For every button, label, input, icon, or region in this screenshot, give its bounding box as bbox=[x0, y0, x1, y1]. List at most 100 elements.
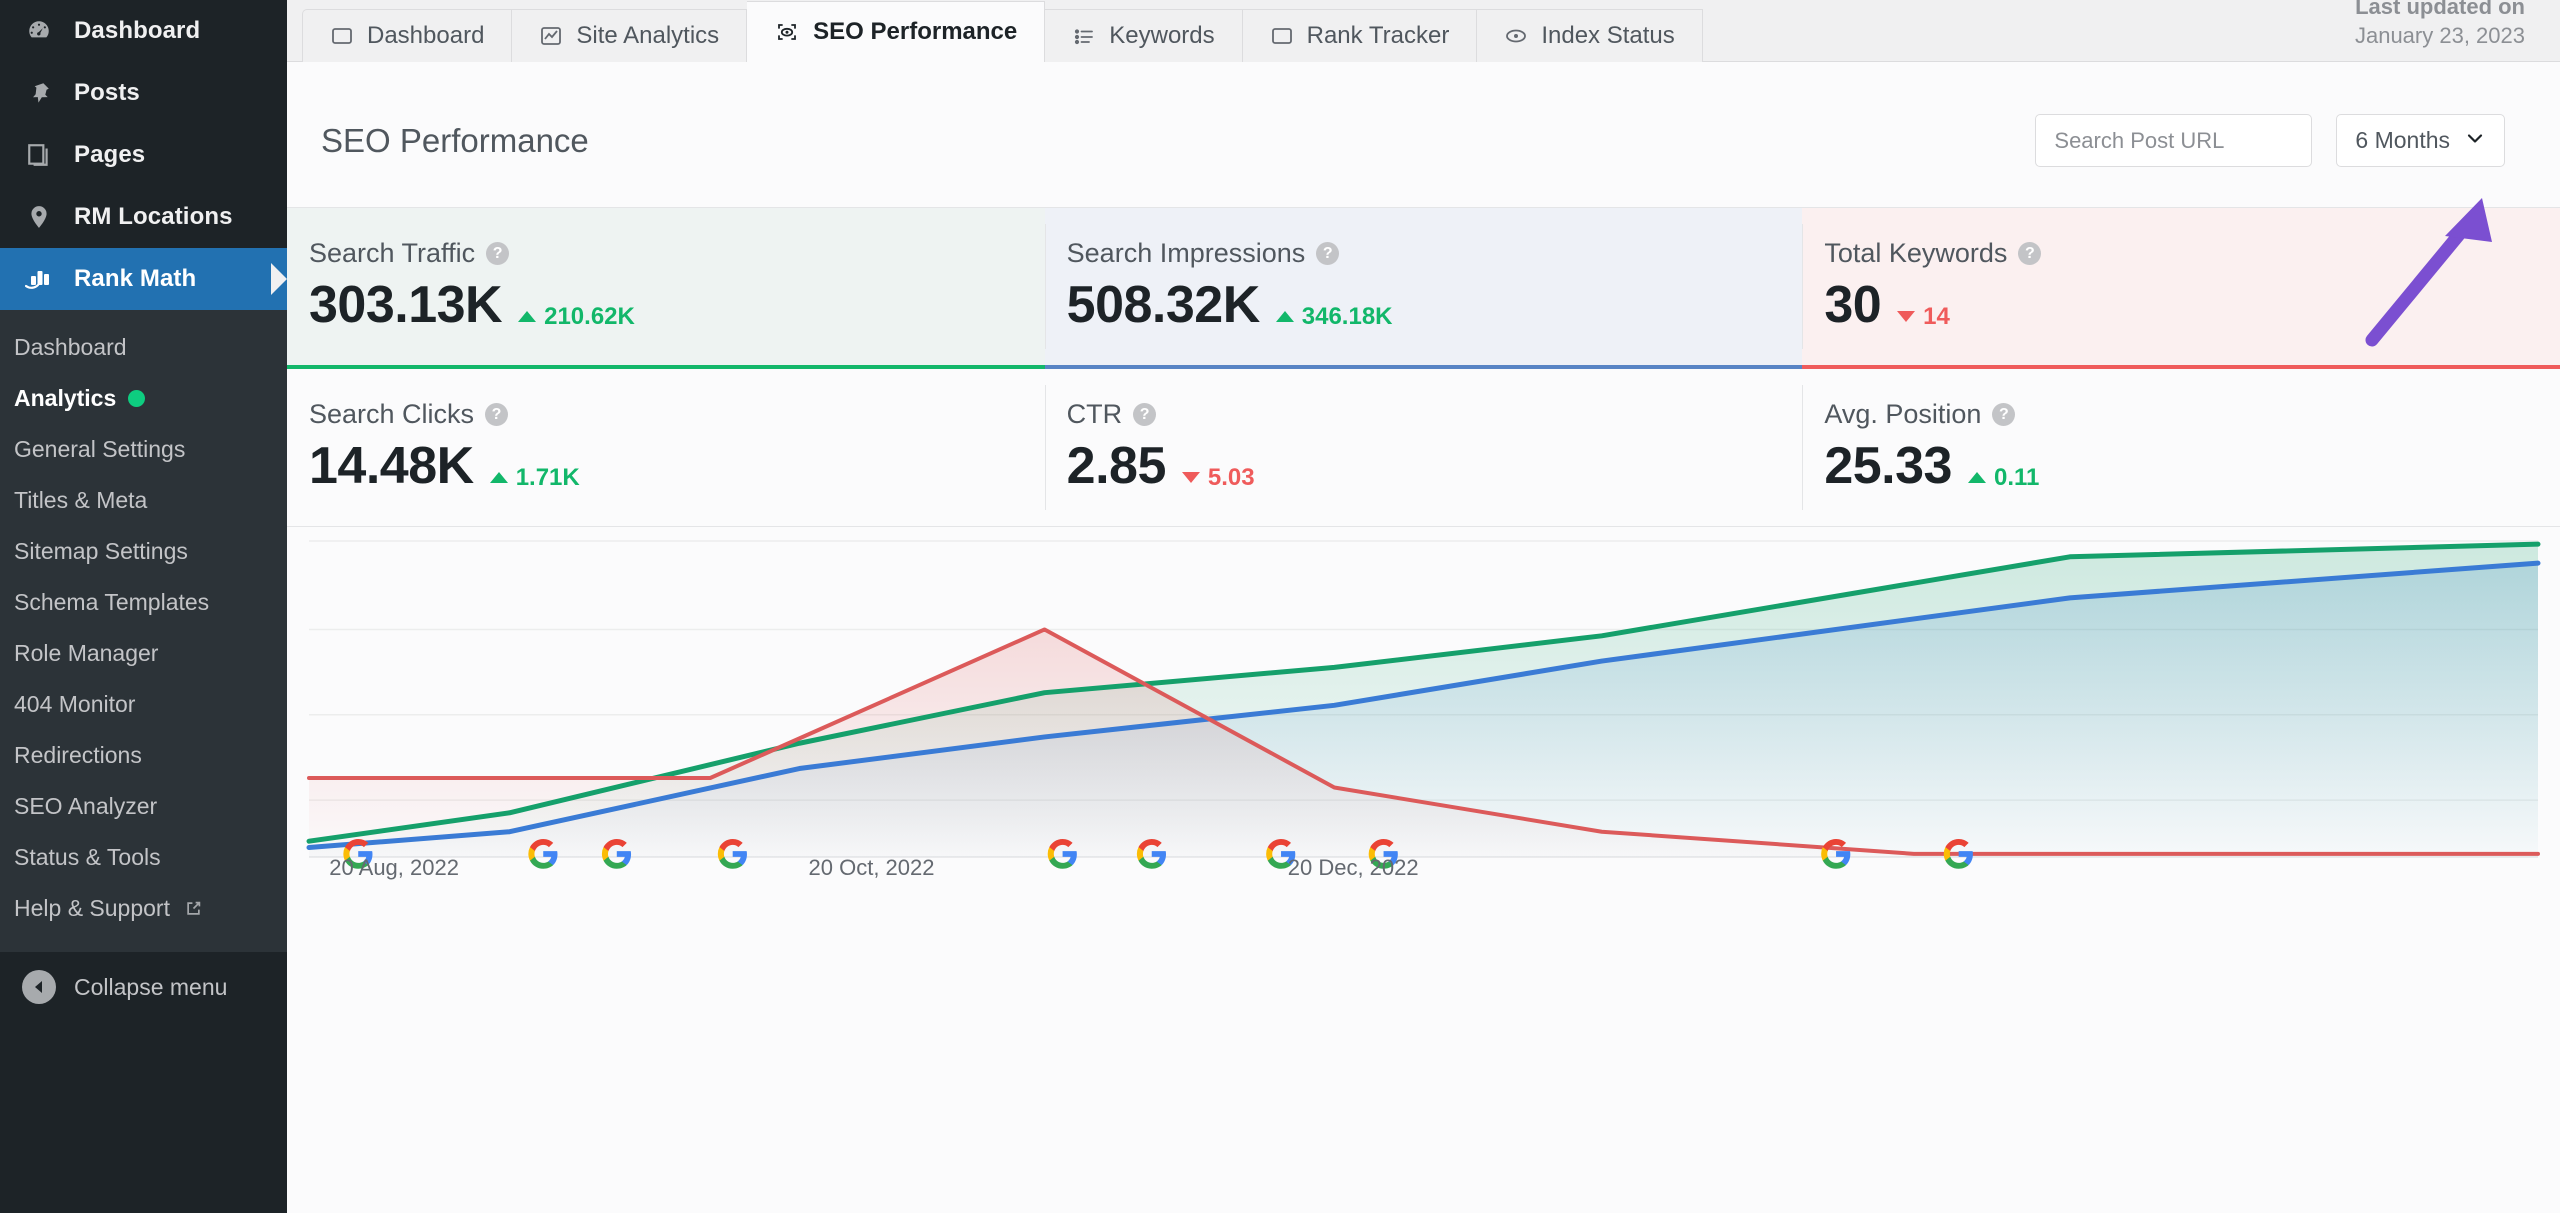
stat-label: Search Clicks bbox=[309, 399, 475, 429]
stat-delta-value: 14 bbox=[1923, 302, 1950, 330]
chart-image-icon bbox=[539, 24, 563, 48]
stat-value: 14.48K bbox=[309, 437, 474, 495]
triangle-down-icon bbox=[1897, 311, 1916, 322]
tab-seo-performance[interactable]: SEO Performance bbox=[747, 1, 1046, 63]
list-icon bbox=[1072, 24, 1096, 48]
pin-icon bbox=[22, 80, 56, 106]
stat-delta-value: 1.71K bbox=[515, 463, 580, 491]
stat-delta: 1.71K bbox=[489, 463, 580, 492]
sidebar-sub-label: Dashboard bbox=[14, 334, 127, 360]
chart-x-tick-label: 20 Oct, 2022 bbox=[808, 855, 935, 880]
help-icon[interactable]: ? bbox=[486, 242, 510, 265]
triangle-up-icon bbox=[1967, 472, 1986, 483]
sidebar-item-pages[interactable]: Pages bbox=[0, 124, 287, 186]
stat-card-avg-position[interactable]: Avg. Position ? 25.33 0.11 bbox=[1802, 369, 2560, 527]
tab-rank-tracker[interactable]: Rank Tracker bbox=[1242, 9, 1478, 62]
search-input[interactable] bbox=[2054, 127, 2343, 154]
rank-math-icon bbox=[22, 266, 56, 292]
sidebar-item-label: Pages bbox=[74, 141, 146, 168]
help-icon[interactable]: ? bbox=[2018, 242, 2042, 265]
tab-site-analytics[interactable]: Site Analytics bbox=[512, 9, 748, 62]
chart-x-axis-labels: 20 Aug, 2022 20 Oct, 2022 20 Dec, 2022 bbox=[287, 855, 2560, 895]
stat-card-label-row: Avg. Position ? bbox=[1824, 399, 2560, 430]
stat-delta-value: 0.11 bbox=[1993, 463, 2040, 491]
stat-value: 25.33 bbox=[1824, 437, 1952, 495]
eye-icon bbox=[1504, 24, 1528, 48]
page-title: SEO Performance bbox=[321, 121, 589, 159]
stat-cards-row-1: Search Traffic ? 303.13K 210.62K Search … bbox=[287, 207, 2560, 369]
sidebar-item-seo-analyzer[interactable]: SEO Analyzer bbox=[0, 781, 287, 832]
sidebar-item-posts[interactable]: Posts bbox=[0, 62, 287, 124]
date-range-select[interactable]: 6 Months bbox=[2336, 114, 2505, 167]
stat-delta: 0.11 bbox=[1967, 463, 2040, 492]
sidebar-sub-label: Schema Templates bbox=[14, 589, 210, 615]
stat-label: Avg. Position bbox=[1824, 399, 1982, 429]
location-pin-icon bbox=[22, 204, 56, 230]
sidebar-item-label: Rank Math bbox=[74, 265, 197, 292]
tab-keywords[interactable]: Keywords bbox=[1045, 9, 1243, 62]
sidebar-sub-label: SEO Analyzer bbox=[14, 793, 158, 819]
sidebar-item-rank-math[interactable]: Rank Math bbox=[0, 248, 287, 310]
dashboard-icon bbox=[22, 18, 56, 44]
sidebar-sub-label: Analytics bbox=[14, 385, 117, 411]
sidebar-item-404-monitor[interactable]: 404 Monitor bbox=[0, 679, 287, 730]
stat-value: 508.32K bbox=[1066, 276, 1261, 334]
tab-label: Keywords bbox=[1109, 22, 1215, 49]
stat-delta: 210.62K bbox=[518, 303, 635, 331]
sidebar-sub-label: Status & Tools bbox=[14, 844, 161, 870]
stat-card-search-clicks[interactable]: Search Clicks ? 14.48K 1.71K bbox=[287, 369, 1045, 527]
stat-delta-value: 210.62K bbox=[544, 302, 635, 330]
admin-sidebar: Dashboard Posts Pages RM Locations Rank bbox=[0, 0, 287, 1213]
sidebar-item-rm-locations[interactable]: RM Locations bbox=[0, 186, 287, 248]
collapse-menu-label: Collapse menu bbox=[74, 973, 228, 1000]
seo-performance-chart: 20 Aug, 2022 20 Oct, 2022 20 Dec, 2022 bbox=[287, 527, 2560, 947]
last-updated-date: January 23, 2023 bbox=[2354, 22, 2525, 48]
triangle-up-icon bbox=[1275, 311, 1294, 322]
sidebar-sub-label: Titles & Meta bbox=[14, 487, 148, 513]
sidebar-item-titles-meta[interactable]: Titles & Meta bbox=[0, 475, 287, 526]
help-icon[interactable]: ? bbox=[485, 403, 509, 426]
stat-delta: 346.18K bbox=[1275, 303, 1393, 331]
sidebar-sub-label: Sitemap Settings bbox=[14, 538, 188, 564]
stat-card-label-row: Search Traffic ? bbox=[309, 238, 1045, 269]
sidebar-item-analytics[interactable]: Analytics bbox=[0, 373, 287, 424]
search-post-url-box[interactable] bbox=[2035, 114, 2364, 167]
tab-index-status[interactable]: Index Status bbox=[1477, 9, 1703, 62]
sidebar-item-sitemap-settings[interactable]: Sitemap Settings bbox=[0, 526, 287, 577]
help-icon[interactable]: ? bbox=[1316, 242, 1340, 265]
triangle-up-icon bbox=[489, 472, 508, 483]
tab-dashboard[interactable]: Dashboard bbox=[302, 9, 513, 62]
stat-card-total-keywords[interactable]: Total Keywords ? 30 14 bbox=[1802, 208, 2560, 369]
panel-header: SEO Performance 6 Months bbox=[287, 62, 2560, 207]
sidebar-sub-label: 404 Monitor bbox=[14, 691, 136, 717]
sidebar-item-dashboard-sub[interactable]: Dashboard bbox=[0, 322, 287, 373]
stat-cards-row-2: Search Clicks ? 14.48K 1.71K CTR ? 2.85 … bbox=[287, 369, 2560, 527]
collapse-menu-button[interactable]: Collapse menu bbox=[0, 952, 287, 1022]
window-icon bbox=[1270, 24, 1294, 48]
stat-value: 2.85 bbox=[1066, 437, 1167, 495]
sidebar-item-help-support[interactable]: Help & Support bbox=[0, 883, 287, 934]
sidebar-sub-label: Redirections bbox=[14, 742, 142, 768]
tab-label: Rank Tracker bbox=[1306, 22, 1450, 49]
stat-card-search-impressions[interactable]: Search Impressions ? 508.32K 346.18K bbox=[1044, 208, 1803, 369]
stat-value: 30 bbox=[1824, 276, 1882, 334]
green-dot-icon bbox=[128, 390, 146, 407]
sidebar-item-role-manager[interactable]: Role Manager bbox=[0, 628, 287, 679]
page-icon bbox=[22, 142, 56, 168]
stat-card-ctr[interactable]: CTR ? 2.85 5.03 bbox=[1044, 369, 1803, 527]
stat-value-row: 2.85 5.03 bbox=[1067, 436, 1803, 496]
sidebar-item-label: Posts bbox=[74, 79, 140, 106]
sidebar-sub-label: General Settings bbox=[14, 436, 186, 462]
sidebar-item-status-tools[interactable]: Status & Tools bbox=[0, 832, 287, 883]
stat-label: Total Keywords bbox=[1824, 238, 2008, 268]
stat-label: Search Traffic bbox=[309, 238, 476, 268]
sidebar-item-dashboard[interactable]: Dashboard bbox=[0, 0, 287, 62]
rank-math-submenu: Dashboard Analytics General Settings Tit… bbox=[0, 310, 287, 952]
sidebar-item-general-settings[interactable]: General Settings bbox=[0, 424, 287, 475]
help-icon[interactable]: ? bbox=[1992, 403, 2016, 426]
stat-card-search-traffic[interactable]: Search Traffic ? 303.13K 210.62K bbox=[287, 208, 1045, 369]
help-icon[interactable]: ? bbox=[1133, 403, 1157, 426]
sidebar-item-redirections[interactable]: Redirections bbox=[0, 730, 287, 781]
stat-label: Search Impressions bbox=[1066, 238, 1306, 268]
sidebar-item-schema-templates[interactable]: Schema Templates bbox=[0, 577, 287, 628]
